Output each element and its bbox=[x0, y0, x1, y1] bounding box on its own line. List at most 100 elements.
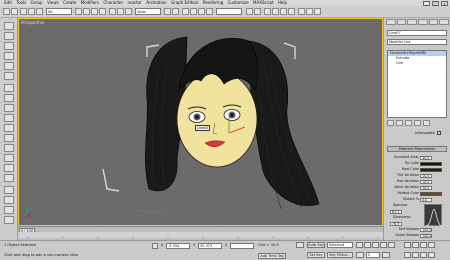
move-icon[interactable] bbox=[109, 8, 116, 15]
tab-hierarchy[interactable] bbox=[407, 19, 418, 25]
percent-snap-icon[interactable] bbox=[198, 8, 205, 15]
render-frame-icon[interactable] bbox=[306, 8, 313, 15]
key-mode-dropdown[interactable]: Selected bbox=[327, 242, 353, 248]
mirror-icon[interactable] bbox=[246, 8, 253, 15]
cylinder-primitive-icon[interactable] bbox=[4, 104, 14, 112]
cone-primitive-icon[interactable] bbox=[4, 134, 14, 142]
tint-variation-spinner[interactable]: 10.0 bbox=[420, 173, 432, 178]
teapot-primitive-icon[interactable] bbox=[4, 124, 14, 132]
angle-snap-icon[interactable] bbox=[190, 8, 197, 15]
sphere-primitive-icon[interactable] bbox=[4, 94, 14, 102]
key-filters-button[interactable]: Key Filters... bbox=[327, 252, 353, 258]
specular-spinner[interactable]: 61.3 bbox=[390, 209, 402, 214]
z-coordinate-field[interactable] bbox=[230, 243, 254, 249]
tab-modify[interactable] bbox=[396, 19, 407, 25]
render-setup-icon[interactable] bbox=[298, 8, 305, 15]
mutant-percent-spinner[interactable]: 0.0 bbox=[420, 197, 432, 202]
tube-primitive-icon[interactable] bbox=[4, 154, 14, 162]
align-icon[interactable] bbox=[254, 8, 261, 15]
glossiness-spinner[interactable]: 76.9 bbox=[390, 221, 402, 226]
named-selection-dropdown[interactable] bbox=[216, 8, 242, 15]
manipulate-icon[interactable] bbox=[172, 8, 179, 15]
create-panel-icon[interactable] bbox=[4, 22, 14, 30]
select-object-icon[interactable] bbox=[75, 8, 82, 15]
layer-manager-icon[interactable] bbox=[264, 8, 271, 15]
x-coordinate-field[interactable]: -3.354 bbox=[166, 243, 190, 249]
reference-coordinate-dropdown[interactable]: View bbox=[135, 8, 161, 15]
unlink-icon[interactable] bbox=[28, 8, 35, 15]
object-name-field[interactable]: Line07 bbox=[387, 30, 447, 36]
tip-color-swatch[interactable] bbox=[420, 161, 442, 166]
time-configuration-icon[interactable] bbox=[382, 252, 390, 258]
field-of-view-icon[interactable] bbox=[404, 252, 411, 258]
pin-stack-icon[interactable] bbox=[387, 120, 394, 126]
configure-sets-icon[interactable] bbox=[423, 120, 430, 126]
zoom-icon[interactable] bbox=[404, 242, 411, 248]
tab-display[interactable] bbox=[428, 19, 439, 25]
display-panel-icon[interactable] bbox=[4, 62, 14, 70]
utilities-panel-icon[interactable] bbox=[4, 72, 14, 80]
mutant-color-swatch[interactable] bbox=[420, 191, 442, 196]
auto-key-button[interactable]: Auto Key bbox=[307, 242, 325, 248]
pivot-icon[interactable] bbox=[164, 8, 171, 15]
stack-item-line[interactable]: Line bbox=[388, 61, 446, 66]
geom-shadow-spinner[interactable]: 100.0 bbox=[420, 233, 432, 238]
add-time-tag-button[interactable]: Add Time Tag bbox=[258, 253, 286, 259]
tab-create[interactable] bbox=[386, 19, 396, 25]
play-icon[interactable] bbox=[372, 242, 379, 248]
spacewarp-icon[interactable] bbox=[4, 216, 14, 224]
material-parameters-rollout[interactable]: Material Parameters bbox=[387, 146, 447, 152]
motion-panel-icon[interactable] bbox=[4, 52, 14, 60]
spinner-snap-icon[interactable] bbox=[206, 8, 213, 15]
light-icon[interactable] bbox=[4, 186, 14, 194]
pyramid-primitive-icon[interactable] bbox=[4, 164, 14, 172]
tab-motion[interactable] bbox=[418, 19, 428, 25]
curve-editor-icon[interactable] bbox=[272, 8, 279, 15]
maximize-viewport-icon[interactable] bbox=[428, 252, 435, 258]
set-key-button[interactable]: Set Key bbox=[307, 252, 325, 258]
value-variation-spinner[interactable]: 50.0 bbox=[420, 185, 432, 190]
maximize-button[interactable]: □ bbox=[432, 0, 439, 6]
current-frame-field[interactable]: 0 bbox=[366, 252, 380, 258]
geosphere-primitive-icon[interactable] bbox=[4, 144, 14, 152]
zoom-extents-icon[interactable] bbox=[420, 242, 427, 248]
remove-modifier-icon[interactable] bbox=[414, 120, 421, 126]
go-to-start-icon[interactable] bbox=[356, 242, 363, 248]
self-shadow-spinner[interactable]: 100.0 bbox=[420, 227, 432, 232]
rotate-icon[interactable] bbox=[117, 8, 124, 15]
key-mode-toggle-icon[interactable] bbox=[356, 252, 364, 258]
bind-spacewarp-icon[interactable] bbox=[36, 8, 43, 15]
region-select-icon[interactable] bbox=[91, 8, 98, 15]
set-key-icon[interactable] bbox=[296, 242, 304, 248]
close-button[interactable]: x bbox=[441, 0, 448, 6]
material-editor-icon[interactable] bbox=[288, 8, 295, 15]
helper-icon[interactable] bbox=[4, 206, 14, 214]
track-bar[interactable] bbox=[18, 232, 383, 240]
camera-icon[interactable] bbox=[4, 196, 14, 204]
torus-primitive-icon[interactable] bbox=[4, 114, 14, 122]
previous-frame-icon[interactable] bbox=[364, 242, 371, 248]
zoom-all-icon[interactable] bbox=[412, 242, 419, 248]
minimize-button[interactable]: _ bbox=[423, 0, 430, 6]
interpolate-checkbox[interactable]: ✓ bbox=[437, 131, 441, 135]
next-frame-icon[interactable] bbox=[380, 242, 387, 248]
modifier-list-dropdown[interactable]: Modifier List bbox=[387, 39, 447, 45]
undo-icon[interactable] bbox=[3, 8, 10, 15]
make-unique-icon[interactable] bbox=[405, 120, 412, 126]
root-color-swatch[interactable] bbox=[420, 167, 442, 172]
lock-selection-icon[interactable] bbox=[152, 243, 158, 249]
pan-view-icon[interactable] bbox=[412, 252, 419, 258]
link-icon[interactable] bbox=[20, 8, 27, 15]
show-end-result-icon[interactable] bbox=[396, 120, 403, 126]
tab-utilities[interactable] bbox=[439, 19, 450, 25]
snap-toggle-icon[interactable] bbox=[182, 8, 189, 15]
box-primitive-icon[interactable] bbox=[4, 84, 14, 92]
y-coordinate-field[interactable]: 35.373 bbox=[198, 243, 222, 249]
occluded-amb-spinner[interactable]: 40.0 bbox=[420, 155, 432, 160]
plane-primitive-icon[interactable] bbox=[4, 174, 14, 182]
go-to-end-icon[interactable] bbox=[388, 242, 395, 248]
selection-filter-dropdown[interactable]: All bbox=[46, 8, 72, 15]
quick-render-icon[interactable] bbox=[314, 8, 321, 15]
zoom-extents-all-icon[interactable] bbox=[428, 242, 435, 248]
perspective-viewport[interactable]: Perspective Line04 bbox=[18, 18, 383, 226]
